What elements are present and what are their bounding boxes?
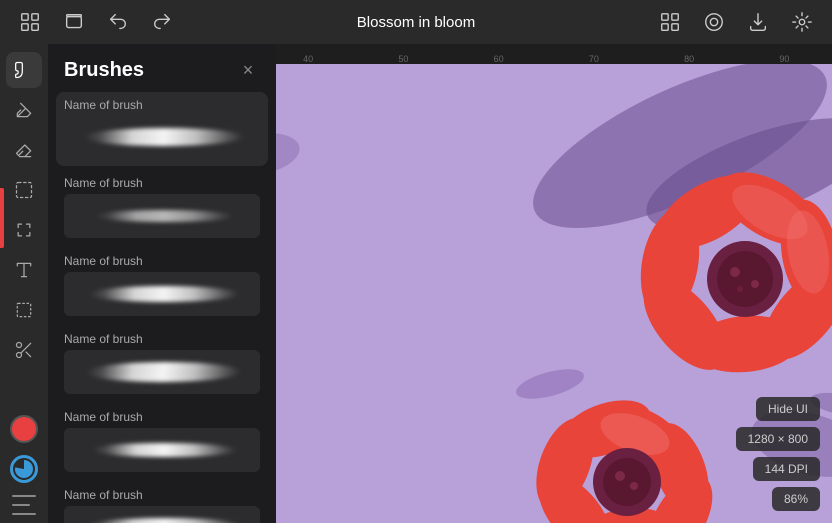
brush-close-button[interactable]: × bbox=[236, 58, 260, 82]
toolbar-left bbox=[16, 8, 176, 36]
brush-item-5[interactable]: Name of brush bbox=[56, 404, 268, 478]
brush-name-2: Name of brush bbox=[64, 176, 260, 190]
selection-tool[interactable] bbox=[6, 172, 42, 208]
preview-button[interactable] bbox=[700, 8, 728, 36]
brush-preview-4 bbox=[64, 350, 260, 394]
toolbar-right bbox=[656, 8, 816, 36]
ruler-mark-90: 90 bbox=[737, 54, 832, 64]
resolution-badge: 1280 × 800 bbox=[736, 427, 820, 451]
cut-tool[interactable] bbox=[6, 332, 42, 368]
info-badges: Hide UI 1280 × 800 144 DPI 86% bbox=[736, 397, 820, 511]
gallery-button[interactable] bbox=[656, 8, 684, 36]
brush-item-2[interactable]: Name of brush bbox=[56, 170, 268, 244]
brush-stroke-2 bbox=[94, 210, 235, 222]
color-picker[interactable] bbox=[10, 415, 38, 443]
export-button[interactable] bbox=[744, 8, 772, 36]
brush-preview-2 bbox=[64, 194, 260, 238]
left-toolbar bbox=[0, 44, 48, 523]
ruler-mark-50: 50 bbox=[356, 54, 451, 64]
brush-list[interactable]: Name of brush Name of brush Name of brus… bbox=[48, 92, 276, 523]
brush-stroke-4 bbox=[85, 362, 243, 382]
ruler-mark-80: 80 bbox=[642, 54, 737, 64]
layers-button[interactable] bbox=[60, 8, 88, 36]
brush-stroke-5 bbox=[91, 443, 237, 457]
brush-stroke-6 bbox=[83, 518, 245, 523]
brush-tool[interactable] bbox=[6, 52, 42, 88]
zoom-badge: 86% bbox=[772, 487, 820, 511]
dpi-badge: 144 DPI bbox=[753, 457, 820, 481]
brush-preview-1 bbox=[64, 116, 260, 160]
eraser-tool[interactable] bbox=[6, 132, 42, 168]
brush-name-1: Name of brush bbox=[64, 98, 260, 112]
settings-button[interactable] bbox=[788, 8, 816, 36]
grid-button[interactable] bbox=[16, 8, 44, 36]
slider-tool[interactable] bbox=[12, 495, 36, 515]
red-accent bbox=[0, 188, 4, 248]
ruler-mark-70: 70 bbox=[546, 54, 641, 64]
text-tool[interactable] bbox=[6, 252, 42, 288]
brush-panel: Brushes × Name of brush Name of brush Na… bbox=[48, 44, 276, 523]
brush-preview-5 bbox=[64, 428, 260, 472]
brush-name-4: Name of brush bbox=[64, 332, 260, 346]
brush-name-6: Name of brush bbox=[64, 488, 260, 502]
brush-stroke-3 bbox=[89, 286, 240, 302]
ruler-mark-60: 60 bbox=[451, 54, 546, 64]
document-title: Blossom in bloom bbox=[357, 14, 475, 31]
brush-item-3[interactable]: Name of brush bbox=[56, 248, 268, 322]
transform-tool[interactable] bbox=[6, 212, 42, 248]
main-area: 20 30 40 50 60 70 80 90 bbox=[0, 44, 832, 523]
smudge-tool[interactable] bbox=[6, 92, 42, 128]
brush-item-1[interactable]: Name of brush bbox=[56, 92, 268, 166]
brush-stroke-1 bbox=[83, 128, 245, 146]
selection-marquee-tool[interactable] bbox=[6, 292, 42, 328]
loading-indicator bbox=[10, 455, 38, 483]
brush-name-3: Name of brush bbox=[64, 254, 260, 268]
brush-name-5: Name of brush bbox=[64, 410, 260, 424]
brush-item-4[interactable]: Name of brush bbox=[56, 326, 268, 400]
brush-item-6[interactable]: Name of brush bbox=[56, 482, 268, 523]
top-bar: Blossom in bloom bbox=[0, 0, 832, 44]
undo-button[interactable] bbox=[104, 8, 132, 36]
hide-ui-badge[interactable]: Hide UI bbox=[756, 397, 820, 421]
brush-panel-header: Brushes × bbox=[48, 44, 276, 92]
redo-button[interactable] bbox=[148, 8, 176, 36]
brush-preview-6 bbox=[64, 506, 260, 523]
brush-panel-title: Brushes bbox=[64, 59, 144, 82]
brush-preview-3 bbox=[64, 272, 260, 316]
